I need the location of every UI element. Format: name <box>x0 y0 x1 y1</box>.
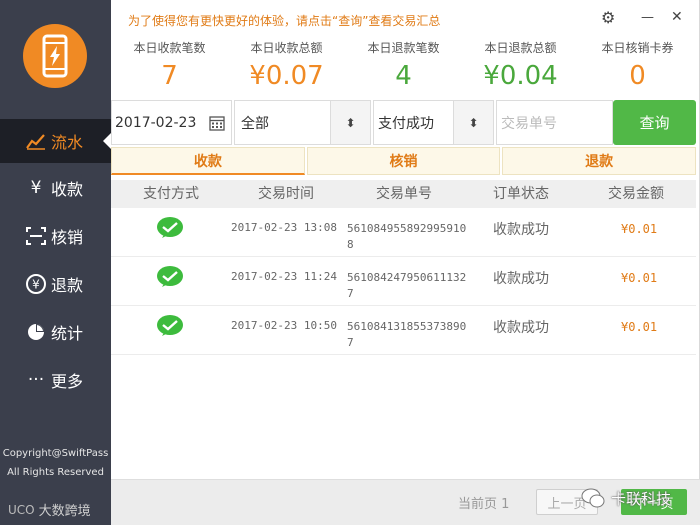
yen-icon: ¥ <box>30 178 42 198</box>
date-picker[interactable]: 2017-02-23 <box>111 100 232 145</box>
watermark: 卡联科技 <box>581 487 671 509</box>
notice-text: 为了使得您有更快更好的体验，请点击“查询”查看交易汇总 <box>128 14 441 28</box>
trade-no: 5610849558929959108 <box>347 222 467 251</box>
pie-chart-icon <box>25 321 47 343</box>
trade-amount: ¥0.01 <box>621 271 658 285</box>
wechat-pay-icon <box>157 217 183 238</box>
column-header: 交易单号 <box>376 186 432 202</box>
wechat-pay-icon <box>157 266 183 287</box>
order-status: 收款成功 <box>493 320 549 336</box>
watermark-text: 卡联科技 <box>611 489 672 508</box>
nav-item-shoukuan[interactable]: ¥ 收款 <box>0 166 111 210</box>
settings-icon[interactable]: ⚙ <box>601 8 615 27</box>
svg-text:¥: ¥ <box>32 278 40 292</box>
column-header: 支付方式 <box>143 186 199 202</box>
brand: UCO 大数跨境 <box>8 500 91 520</box>
stat-value: 4 <box>395 61 412 91</box>
stats-bar: 本日收款笔数 7 本日收款总额 ¥0.07 本日退款笔数 4 本日退款总额 ¥0… <box>111 38 700 100</box>
chart-line-icon <box>25 130 47 152</box>
date-value: 2017-02-23 <box>115 114 197 131</box>
nav-label: 核销 <box>51 228 84 247</box>
channel-value: 全部 <box>241 115 269 132</box>
copyright-line: Copyright@SwiftPass <box>2 448 109 459</box>
tab-tuikuan[interactable]: 退款 <box>502 147 697 175</box>
copyright-line: All Rights Reserved <box>7 467 104 478</box>
order-no-input[interactable]: 交易单号 <box>496 100 613 145</box>
stat-receive-total: 本日收款总额 ¥0.07 <box>228 38 345 94</box>
stat-value: 7 <box>161 61 178 91</box>
refund-icon: ¥ <box>25 273 47 295</box>
column-header: 订单状态 <box>493 186 549 202</box>
brand-name: 大数跨境 <box>38 504 91 519</box>
stat-value: ¥0.04 <box>483 61 558 91</box>
nav-label: 流水 <box>51 133 84 152</box>
order-status: 收款成功 <box>493 222 549 238</box>
nav-item-liushui[interactable]: 流水 <box>0 119 111 163</box>
trade-time: 2017-02-23 10:50 <box>231 319 337 332</box>
spinner-arrows-icon[interactable]: ⬍ <box>453 101 493 144</box>
main-panel: 为了使得您有更快更好的体验，请点击“查询”查看交易汇总 ⚙ — ✕ 本日收款笔数… <box>111 0 700 525</box>
brand-logo: UCO <box>8 502 35 517</box>
app-logo <box>23 24 87 88</box>
trade-time: 2017-02-23 11:24 <box>231 270 337 283</box>
trade-no: 5610842479506111327 <box>347 271 467 300</box>
calendar-icon[interactable] <box>209 115 225 131</box>
tab-hexiao[interactable]: 核销 <box>306 147 501 175</box>
column-header: 交易时间 <box>258 186 314 202</box>
nav-label: 统计 <box>51 324 84 343</box>
status-select[interactable]: 支付成功 ⬍ <box>373 100 494 145</box>
phone-lightning-icon <box>42 34 68 78</box>
table-header: 支付方式 交易时间 交易单号 订单状态 交易金额 <box>111 180 696 208</box>
pager-bar: 当前页 1 上一页 下一页 卡联科技 <box>111 479 700 525</box>
tab-bar: 收款 核销 退款 <box>111 147 697 175</box>
order-no-placeholder: 交易单号 <box>501 115 557 132</box>
stat-label: 本日退款总额 <box>484 41 557 55</box>
query-button[interactable]: 查询 <box>613 100 696 145</box>
close-icon[interactable]: ✕ <box>671 9 683 25</box>
tab-shoukuan[interactable]: 收款 <box>111 147 305 175</box>
nav-item-gengduo[interactable]: ··· 更多 <box>0 358 111 402</box>
table-row[interactable]: 2017-02-23 11:24 5610842479506111327 收款成… <box>111 257 696 306</box>
stat-refund-count: 本日退款笔数 4 <box>345 38 462 94</box>
status-value: 支付成功 <box>378 115 434 132</box>
stat-label: 本日收款笔数 <box>133 41 206 55</box>
scan-icon <box>25 225 47 247</box>
trade-time: 2017-02-23 13:08 <box>231 221 337 234</box>
copyright: Copyright@SwiftPass All Rights Reserved <box>0 444 111 482</box>
stat-value: 0 <box>629 61 646 91</box>
nav-label: 收款 <box>51 180 84 199</box>
table-row[interactable]: 2017-02-23 13:08 5610849558929959108 收款成… <box>111 208 696 257</box>
nav-label: 退款 <box>51 276 84 295</box>
nav-label: 更多 <box>51 372 84 391</box>
stat-label: 本日退款笔数 <box>367 41 440 55</box>
nav-item-hexiao[interactable]: 核销 <box>0 214 111 258</box>
spinner-arrows-icon[interactable]: ⬍ <box>330 101 370 144</box>
table-row[interactable]: 2017-02-23 10:50 5610841318553738907 收款成… <box>111 306 696 355</box>
stat-receive-count: 本日收款笔数 7 <box>111 38 228 94</box>
trade-no: 5610841318553738907 <box>347 320 467 349</box>
stat-label: 本日核销卡券 <box>601 41 674 55</box>
wechat-official-account-icon <box>581 488 605 508</box>
trade-amount: ¥0.01 <box>621 320 658 334</box>
minimize-icon[interactable]: — <box>641 10 654 25</box>
stat-value: ¥0.07 <box>249 61 324 91</box>
current-page: 当前页 1 <box>458 497 510 512</box>
more-icon: ··· <box>27 370 45 390</box>
order-status: 收款成功 <box>493 271 549 287</box>
stat-label: 本日收款总额 <box>250 41 323 55</box>
column-header: 交易金额 <box>608 186 664 202</box>
stat-coupon-count: 本日核销卡券 0 <box>579 38 696 94</box>
channel-select[interactable]: 全部 ⬍ <box>234 100 371 145</box>
trade-amount: ¥0.01 <box>621 222 658 236</box>
sidebar: 流水 ¥ 收款 核销 ¥ 退款 统计 ··· 更多 Copyright@Swif… <box>0 0 111 525</box>
nav-item-tuikuan[interactable]: ¥ 退款 <box>0 262 111 306</box>
wechat-pay-icon <box>157 315 183 336</box>
nav-item-tongji[interactable]: 统计 <box>0 310 111 354</box>
stat-refund-total: 本日退款总额 ¥0.04 <box>462 38 579 94</box>
